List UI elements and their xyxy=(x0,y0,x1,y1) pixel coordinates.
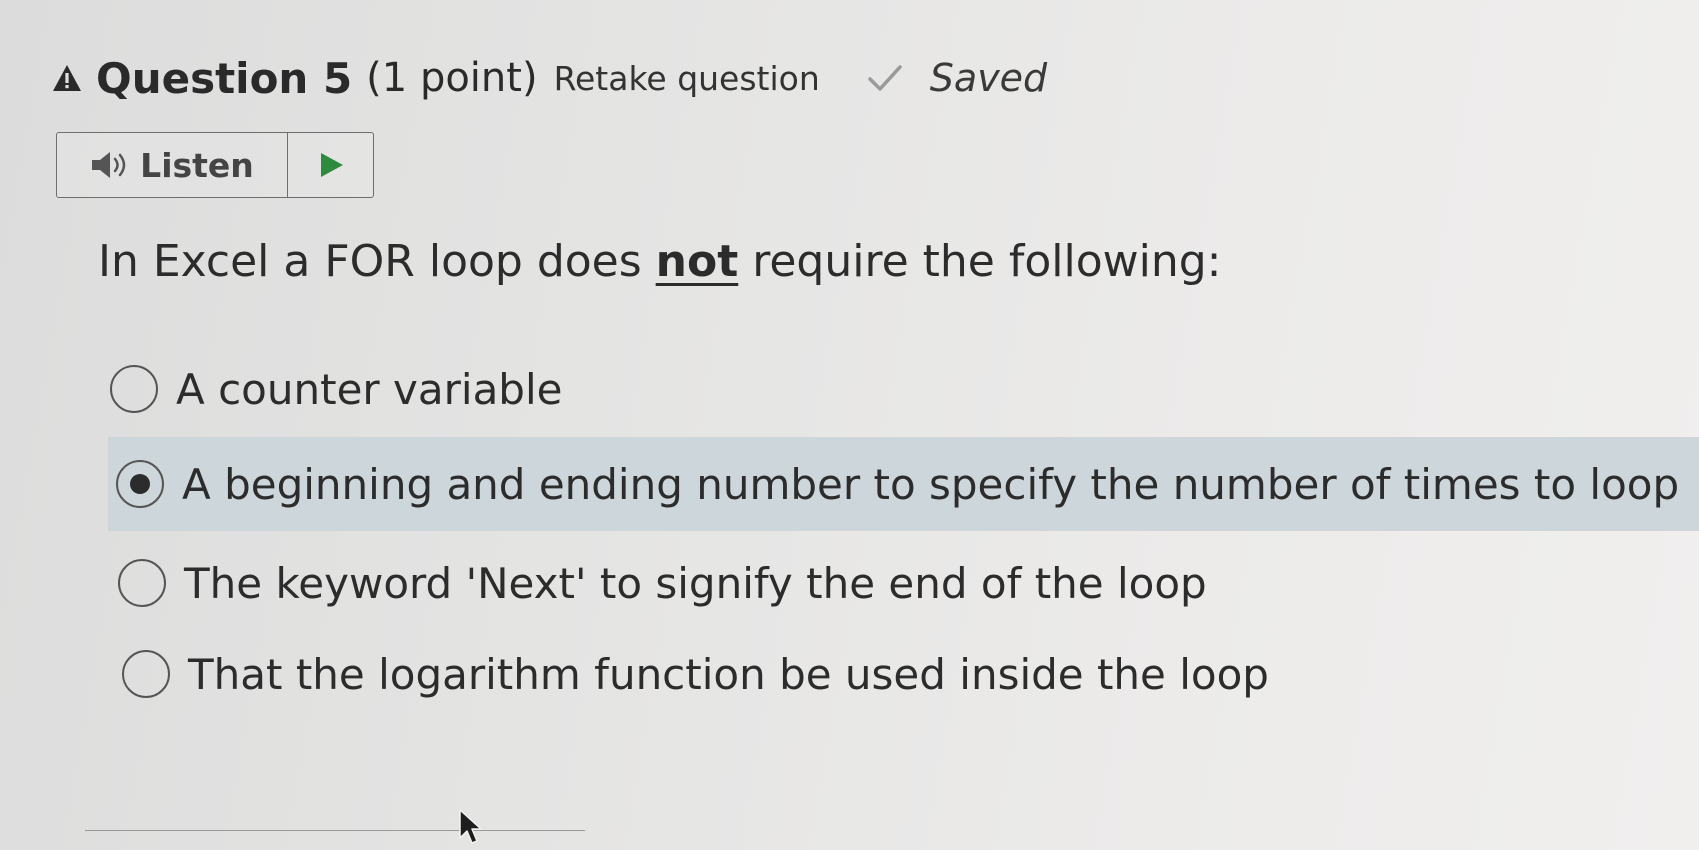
option-label-3: The keyword 'Next' to signify the end of… xyxy=(184,558,1207,608)
question-header: Question 5 (1 point) Retake question Sav… xyxy=(52,46,1047,110)
answer-option-2[interactable]: A beginning and ending number to specify… xyxy=(108,437,1699,531)
listen-label: Listen xyxy=(140,145,254,185)
answer-option-1[interactable]: A counter variable xyxy=(110,361,562,417)
warning-triangle-icon xyxy=(53,65,81,91)
play-button[interactable] xyxy=(288,133,373,197)
question-prompt: In Excel a FOR loop does not require the… xyxy=(98,236,1221,287)
divider-line xyxy=(85,830,585,831)
option-label-1: A counter variable xyxy=(176,364,563,414)
prompt-emphasis: not xyxy=(655,236,739,287)
radio-button-option-3[interactable] xyxy=(118,559,166,607)
radio-button-option-4[interactable] xyxy=(122,650,170,698)
saved-status: Saved xyxy=(929,56,1048,100)
question-title: Question 5 xyxy=(96,53,353,103)
answer-option-4[interactable]: That the logarithm function be used insi… xyxy=(122,646,1269,702)
radio-button-option-1[interactable] xyxy=(110,365,158,413)
option-label-4: That the logarithm function be used insi… xyxy=(188,649,1269,699)
radio-selected-dot xyxy=(130,474,150,494)
prompt-text-before: In Excel a FOR loop does xyxy=(98,236,656,287)
option-label-2: A beginning and ending number to specify… xyxy=(182,459,1680,509)
retake-question-link[interactable]: Retake question xyxy=(554,59,820,98)
speaker-icon xyxy=(92,152,126,178)
checkmark-icon xyxy=(868,65,902,91)
answer-option-3[interactable]: The keyword 'Next' to signify the end of… xyxy=(118,555,1207,611)
listen-control: Listen xyxy=(56,132,374,198)
mouse-cursor-icon xyxy=(459,809,482,844)
play-icon xyxy=(320,153,343,177)
prompt-text-after: require the following: xyxy=(738,236,1222,287)
question-points: (1 point) xyxy=(366,55,538,101)
listen-button[interactable]: Listen xyxy=(57,133,288,197)
radio-button-option-2[interactable] xyxy=(116,460,164,508)
